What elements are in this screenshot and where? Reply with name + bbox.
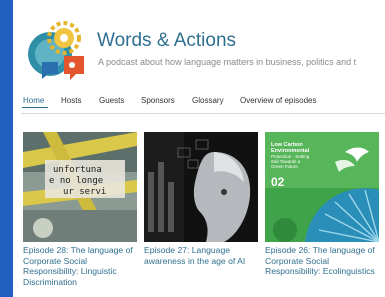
nav-hosts[interactable]: Hosts [61,96,81,105]
thumb-text-line-2: e no longe [49,176,103,186]
eco-title-line-5: Green Future [271,164,298,169]
episode-27-thumbnail[interactable] [144,132,258,242]
eco-number: 02 [271,175,285,189]
episode-26-title[interactable]: Episode 26: The language of Corporate So… [265,245,381,277]
episode-27-title[interactable]: Episode 27: Language awareness in the ag… [144,245,260,266]
nav-home[interactable]: Home [23,96,44,105]
site-title[interactable]: Words & Actions [97,30,236,52]
episode-card-28[interactable]: unfortuna e no longe ur servi Episode 28… [23,132,137,297]
thumb-text-line-3: ur servi [63,187,106,197]
episode-card-26[interactable]: Low Carbon Environmental Protection · Se… [265,132,379,297]
nav-guests[interactable]: Guests [99,96,124,105]
episode-card-27[interactable]: Episode 27: Language awareness in the ag… [144,132,258,297]
thumb-text-line-1: unfortuna [53,165,102,175]
site-tagline: A podcast about how language matters in … [98,57,357,67]
main-nav: Home Hosts Guests Sponsors Glossary Over… [13,86,385,118]
nav-active-indicator [22,107,48,108]
episode-28-thumbnail[interactable]: unfortuna e no longe ur servi [23,132,137,242]
nav-sponsors[interactable]: Sponsors [141,96,175,105]
episode-28-title[interactable]: Episode 28: The language of Corporate So… [23,245,139,287]
logo-icon[interactable] [24,16,94,86]
page: Words & Actions A podcast about how lang… [13,0,385,297]
nav-overview-of-episodes[interactable]: Overview of episodes [240,96,316,105]
nav-glossary[interactable]: Glossary [192,96,224,105]
nav-divider [21,113,385,114]
episode-26-thumbnail[interactable]: Low Carbon Environmental Protection · Se… [265,132,379,242]
